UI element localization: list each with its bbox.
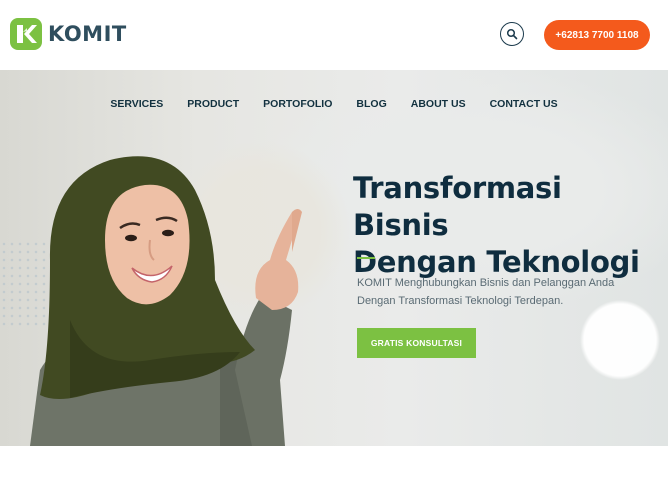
nav-portofolio[interactable]: PORTOFOLIO <box>263 98 332 110</box>
accent-divider <box>357 257 375 259</box>
hero-subtitle-line-1: KOMIT Menghubungkan Bisnis dan Pelanggan… <box>357 277 615 289</box>
hero-title: Transformasi Bisnis Dengan Teknologi <box>353 170 653 281</box>
search-icon <box>506 28 518 40</box>
komit-logo-icon <box>10 18 42 50</box>
hero-person-image <box>30 156 302 446</box>
nav-blog[interactable]: BLOG <box>356 98 386 110</box>
site-header: KOMIT +62813 7700 1108 <box>0 0 668 70</box>
nav-services[interactable]: SERVICES <box>110 98 163 110</box>
hero-subtitle-line-2: Dengan Transformasi Teknologi Terdepan. <box>357 295 564 307</box>
hero-subtitle: KOMIT Menghubungkan Bisnis dan Pelanggan… <box>357 274 647 310</box>
main-nav: SERVICES PRODUCT PORTOFOLIO BLOG ABOUT U… <box>0 98 668 110</box>
page-bottom-area <box>0 446 668 500</box>
logo[interactable]: KOMIT <box>10 18 127 50</box>
nav-about-us[interactable]: ABOUT US <box>411 98 466 110</box>
hero-section: SERVICES PRODUCT PORTOFOLIO BLOG ABOUT U… <box>0 70 668 446</box>
nav-product[interactable]: PRODUCT <box>187 98 239 110</box>
phone-button[interactable]: +62813 7700 1108 <box>544 20 650 50</box>
free-consultation-button[interactable]: GRATIS KONSULTASI <box>357 328 476 358</box>
nav-contact-us[interactable]: CONTACT US <box>490 98 558 110</box>
logo-text: KOMIT <box>48 22 127 46</box>
hero-title-line-1: Transformasi Bisnis <box>353 171 562 242</box>
search-button[interactable] <box>500 22 524 46</box>
